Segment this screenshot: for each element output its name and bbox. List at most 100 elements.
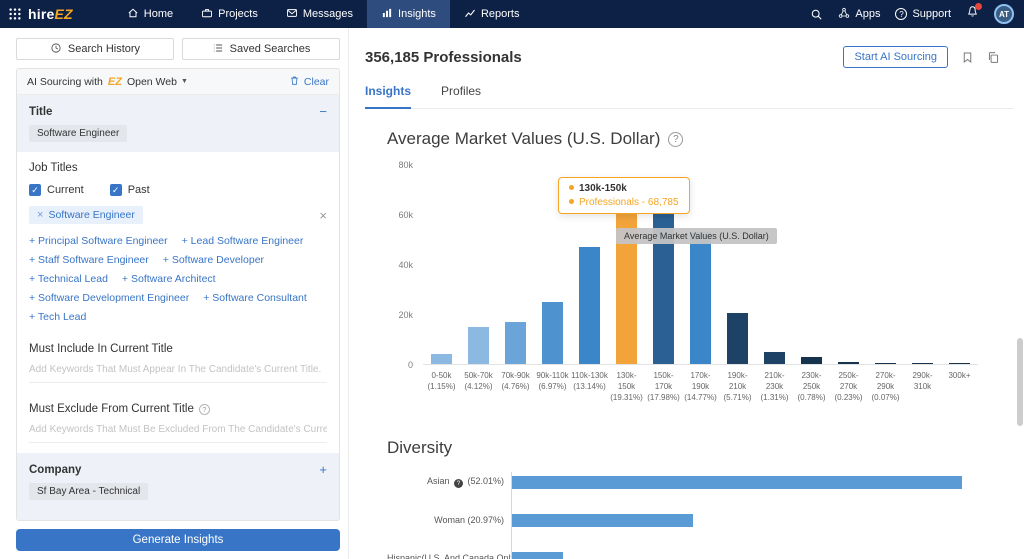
salary-bar-110k-130k[interactable] (579, 247, 600, 364)
remove-chip-icon[interactable]: × (37, 209, 43, 221)
salary-bar-270k-290k[interactable] (875, 363, 896, 364)
x-tick-label: 170k-190k(14.77%) (682, 370, 719, 404)
title-section-label: Title (29, 106, 52, 118)
salary-bar-210k-230k[interactable] (764, 352, 785, 364)
salary-bar-70k-90k[interactable] (505, 322, 526, 364)
nav-messages-label: Messages (303, 8, 353, 20)
x-tick-label: 90k-110k(6.97%) (534, 370, 571, 404)
collapse-title-icon[interactable]: − (319, 105, 327, 118)
search-sidebar: Search History Saved Searches AI Sourcin… (0, 28, 349, 559)
copy-icon[interactable] (987, 51, 1000, 64)
main-scrollbar[interactable] (1017, 28, 1023, 559)
salary-bar-250k-270k[interactable] (838, 362, 859, 364)
hireez-app: hireEZ Home Projects Messages Insights (0, 0, 1024, 559)
diversity-label: Hispanic(U.S. And Canada Only) (5.97%) (387, 553, 511, 559)
diversity-label: Woman (20.97%) (387, 515, 511, 525)
salary-bar-290k-310k[interactable] (912, 363, 933, 364)
job-title-suggestion-staff-software-engineer[interactable]: + Staff Software Engineer (29, 254, 149, 266)
job-title-suggestion-technical-lead[interactable]: + Technical Lead (29, 273, 108, 285)
search-icon[interactable] (810, 8, 823, 21)
job-title-suggestion-lead-software-engineer[interactable]: + Lead Software Engineer (182, 235, 304, 247)
past-checkbox[interactable]: ✓ Past (110, 184, 150, 196)
clear-button[interactable]: Clear (289, 75, 329, 89)
job-title-suggestion-software-consultant[interactable]: + Software Consultant (203, 292, 307, 304)
must-exclude-input[interactable] (29, 417, 327, 443)
clear-label: Clear (304, 76, 329, 88)
tab-insights[interactable]: Insights (365, 84, 411, 109)
company-chip[interactable]: Sf Bay Area - Technical (29, 483, 148, 500)
salary-bar-170k-190k[interactable] (690, 232, 711, 364)
must-include-input[interactable] (29, 357, 327, 383)
app-grid-icon[interactable] (8, 7, 22, 21)
logo-text-hire: hire (28, 6, 54, 22)
selected-job-title-chip[interactable]: × Software Engineer (29, 206, 143, 224)
salary-bar-130k-150k[interactable] (616, 192, 637, 364)
chart-hover-caption: Average Market Values (U.S. Dollar) (616, 228, 777, 244)
x-tick-label: 50k-70k(4.12%) (460, 370, 497, 404)
diversity-bar-asian[interactable] (511, 476, 962, 489)
x-tick-label: 210k-230k(1.31%) (756, 370, 793, 404)
tooltip-bullet-icon (569, 185, 574, 190)
open-web-label: Open Web (127, 76, 177, 88)
nav-home[interactable]: Home (113, 0, 187, 28)
saved-searches-button[interactable]: Saved Searches (182, 38, 340, 60)
title-chip[interactable]: Software Engineer (29, 125, 127, 142)
tooltip-bullet-icon (569, 199, 574, 204)
x-tick-label: 0-50k(1.15%) (423, 370, 460, 404)
salary-bar-230k-250k[interactable] (801, 357, 822, 364)
x-tick-label: 70k-90k(4.76%) (497, 370, 534, 404)
current-checkbox[interactable]: ✓ Current (29, 184, 84, 196)
ai-sourcing-bar: AI Sourcing with EZ Open Web ▼ Clear (17, 69, 339, 95)
salary-bar-50k-70k[interactable] (468, 327, 489, 364)
start-ai-sourcing-button[interactable]: Start AI Sourcing (843, 46, 948, 68)
generate-insights-button[interactable]: Generate Insights (16, 529, 340, 551)
diversity-bar-hispanic-u-s-and-canada-only[interactable] (511, 552, 563, 559)
bookmark-icon[interactable] (961, 51, 974, 64)
expand-company-icon[interactable]: + (319, 463, 327, 476)
diversity-bar-woman[interactable] (511, 514, 693, 527)
salary-bar-300k[interactable] (949, 363, 970, 364)
nav-messages[interactable]: Messages (272, 0, 367, 28)
job-title-suggestion-software-development-engineer[interactable]: + Software Development Engineer (29, 292, 189, 304)
avatar[interactable]: AT (994, 4, 1014, 24)
selected-job-title-label: Software Engineer (48, 209, 134, 221)
filter-scroll-area: Title − Software Engineer Job Titles ✓ C… (17, 95, 339, 520)
main-content: 356,185 Professionals Start AI Sourcing … (349, 28, 1024, 559)
salary-bar-190k-210k[interactable] (727, 313, 748, 364)
nav-reports[interactable]: Reports (450, 0, 534, 28)
notifications-button[interactable] (966, 5, 979, 23)
nav-support[interactable]: ? Support (895, 8, 951, 20)
x-tick-label: 270k-290k(0.07%) (867, 370, 904, 404)
x-tick-label: 110k-130k(13.14%) (571, 370, 608, 404)
chart-tooltip: 130k-150k Professionals - 68,785 (558, 177, 690, 214)
company-section: Company + Sf Bay Area - Technical (17, 453, 339, 510)
help-icon: ? (199, 404, 210, 415)
job-title-suggestion-software-developer[interactable]: + Software Developer (163, 254, 264, 266)
nav-apps[interactable]: Apps (838, 7, 880, 22)
info-icon[interactable]: ? (454, 479, 463, 488)
checkbox-checked-icon: ✓ (110, 184, 122, 196)
hireez-logo[interactable]: hireEZ (28, 6, 73, 22)
scrollbar-thumb[interactable] (1017, 338, 1023, 426)
tab-profiles[interactable]: Profiles (441, 84, 481, 108)
must-exclude-label: Must Exclude From Current Title (29, 403, 194, 415)
open-web-dropdown[interactable]: Open Web ▼ (127, 76, 188, 88)
result-tabs: Insights Profiles (365, 84, 1014, 109)
nav-insights[interactable]: Insights (367, 0, 450, 28)
diversity-row-woman: Woman (20.97%) (387, 514, 1024, 527)
must-exclude-section: Must Exclude From Current Title ? (17, 393, 339, 453)
job-title-suggestion-tech-lead[interactable]: + Tech Lead (29, 311, 86, 323)
search-history-button[interactable]: Search History (16, 38, 174, 60)
chart-help-icon[interactable]: ? (668, 132, 683, 147)
ai-sourcing-label: AI Sourcing with (27, 76, 103, 88)
job-title-suggestion-principal-software-engineer[interactable]: + Principal Software Engineer (29, 235, 168, 247)
history-icon (50, 42, 62, 57)
diversity-row-hispanic-u-s-and-canada-only: Hispanic(U.S. And Canada Only) (5.97%) (387, 552, 1024, 559)
nav-projects[interactable]: Projects (187, 0, 272, 28)
salary-bar-90k-110k[interactable] (542, 302, 563, 364)
clear-chips-icon[interactable]: × (319, 208, 327, 223)
x-tick-label: 190k-210k(5.71%) (719, 370, 756, 404)
x-tick-label: 300k+ (941, 370, 978, 404)
job-title-suggestion-software-architect[interactable]: + Software Architect (122, 273, 216, 285)
salary-bar-0-50k[interactable] (431, 354, 452, 364)
